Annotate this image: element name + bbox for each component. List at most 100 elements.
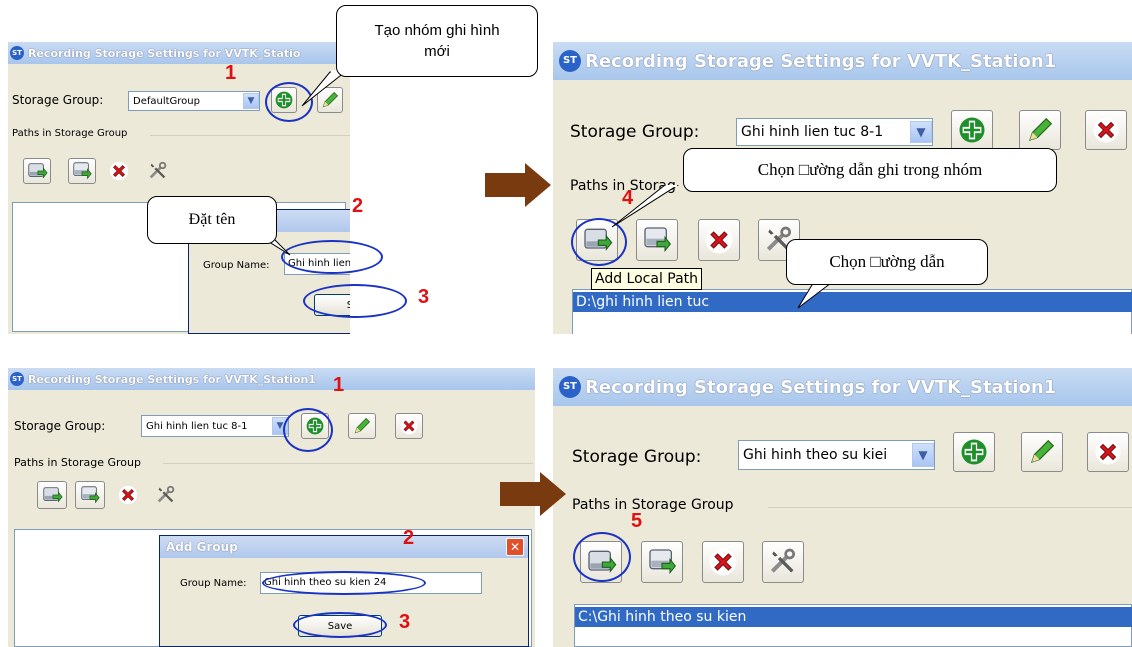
add-local-path-button[interactable] bbox=[23, 158, 51, 184]
delete-icon bbox=[707, 546, 739, 578]
window-titlebar: ST Recording Storage Settings for VVTK_S… bbox=[8, 42, 350, 64]
path-item-selected[interactable]: C:\Ghi hinh theo su kien bbox=[575, 607, 1132, 627]
storage-group-combo[interactable]: DefaultGroup ▼ bbox=[128, 91, 260, 111]
delete-group-button[interactable] bbox=[1087, 432, 1129, 472]
add-network-path-button[interactable] bbox=[641, 541, 683, 583]
highlight-ring bbox=[303, 284, 407, 318]
step-number: 3 bbox=[399, 611, 411, 633]
callout-create-group: Tạo nhóm ghi hình mới bbox=[336, 5, 538, 77]
add-network-path-button[interactable] bbox=[68, 158, 96, 184]
section-divider bbox=[768, 507, 1132, 508]
highlight-ring bbox=[262, 571, 426, 595]
pencil-icon bbox=[1027, 437, 1057, 467]
delete-icon bbox=[1091, 115, 1121, 145]
chevron-down-icon[interactable]: ▼ bbox=[912, 443, 934, 467]
combo-value: DefaultGroup bbox=[133, 95, 200, 107]
app-icon: ST bbox=[559, 50, 581, 72]
callout-name-it: Đặt tên bbox=[147, 196, 277, 244]
panel-add-path-2: ST Recording Storage Settings for VVTK_S… bbox=[553, 368, 1132, 647]
path-settings-button[interactable] bbox=[762, 541, 804, 583]
step-number: 1 bbox=[225, 62, 237, 84]
step-number: 1 bbox=[333, 374, 345, 396]
app-icon: ST bbox=[10, 372, 24, 386]
add-local-path-button[interactable] bbox=[37, 481, 67, 509]
path-settings-button[interactable] bbox=[151, 481, 181, 509]
window-title: Recording Storage Settings for VVTK_Stat… bbox=[585, 376, 1057, 398]
drive-icon bbox=[26, 160, 48, 182]
highlight-ring bbox=[281, 240, 383, 274]
step-number: 5 bbox=[631, 510, 643, 532]
step-number: 3 bbox=[418, 286, 430, 308]
flow-arrow-icon bbox=[485, 163, 551, 207]
callout-choose-path: Chọn □ường dẫn bbox=[786, 239, 988, 285]
tools-icon bbox=[767, 546, 799, 578]
storage-group-label: Storage Group: bbox=[572, 447, 702, 467]
delete-icon bbox=[703, 224, 735, 256]
chevron-down-icon[interactable]: ▼ bbox=[910, 121, 932, 143]
edit-group-button[interactable] bbox=[1019, 110, 1061, 150]
plus-icon bbox=[957, 115, 987, 145]
combo-value: Ghi hinh lien tuc 8-1 bbox=[741, 124, 884, 140]
path-settings-button[interactable] bbox=[144, 158, 172, 184]
panel-create-group-2: ST Recording Storage Settings for VVTK_S… bbox=[8, 368, 535, 647]
app-icon: ST bbox=[10, 46, 24, 60]
storage-group-label: Storage Group: bbox=[14, 419, 106, 433]
storage-group-combo[interactable]: Ghi hinh lien tuc 8-1 ▼ bbox=[141, 415, 289, 437]
section-divider bbox=[163, 463, 533, 464]
step-number: 2 bbox=[403, 527, 415, 549]
dialog-title: Add Group bbox=[166, 540, 238, 554]
remove-path-button[interactable] bbox=[105, 158, 133, 184]
plus-icon bbox=[959, 437, 989, 467]
group-name-label: Group Name: bbox=[180, 578, 247, 589]
paths-section-label: Paths in Storage Group bbox=[12, 128, 128, 139]
delete-group-button[interactable] bbox=[395, 413, 423, 439]
pencil-icon bbox=[1025, 115, 1055, 145]
combo-value: Ghi hinh lien tuc 8-1 bbox=[146, 420, 248, 432]
network-drive-icon bbox=[71, 160, 93, 182]
section-divider bbox=[150, 135, 350, 136]
window-titlebar: ST Recording Storage Settings for VVTK_S… bbox=[8, 368, 535, 390]
storage-group-combo[interactable]: Ghi hinh lien tuc 8-1 ▼ bbox=[736, 118, 933, 146]
storage-group-label: Storage Group: bbox=[12, 93, 104, 107]
delete-icon bbox=[108, 160, 130, 182]
add-group-button[interactable] bbox=[953, 432, 995, 472]
add-local-path-tooltip: Add Local Path bbox=[591, 268, 703, 290]
add-network-path-button[interactable] bbox=[75, 481, 105, 509]
delete-group-button[interactable] bbox=[1085, 110, 1127, 150]
window-title: Recording Storage Settings for VVTK_Stat… bbox=[28, 372, 316, 386]
chevron-down-icon[interactable]: ▼ bbox=[243, 93, 259, 109]
remove-path-button[interactable] bbox=[113, 481, 143, 509]
close-icon[interactable]: ✕ bbox=[506, 538, 524, 556]
remove-path-button[interactable] bbox=[702, 541, 744, 583]
delete-icon bbox=[1093, 437, 1123, 467]
app-icon: ST bbox=[559, 376, 581, 398]
paths-section-label: Paths in Storage Group bbox=[14, 456, 141, 469]
network-drive-icon bbox=[79, 484, 101, 506]
edit-group-button[interactable] bbox=[1021, 432, 1063, 472]
paths-section-label: Paths in Storage Group bbox=[572, 497, 734, 513]
window-titlebar: ST Recording Storage Settings for VVTK_S… bbox=[553, 368, 1132, 406]
combo-value: Ghi hinh theo su kiei bbox=[743, 447, 888, 463]
window-titlebar: ST Recording Storage Settings for VVTK_S… bbox=[553, 42, 1132, 80]
callout-choose-path-in-group: Chọn □ường dẫn ghi trong nhóm bbox=[683, 148, 1057, 192]
highlight-ring bbox=[573, 532, 631, 582]
window-title: Recording Storage Settings for VVTK_Stat… bbox=[28, 46, 301, 60]
step-number: 2 bbox=[352, 195, 364, 217]
storage-group-combo[interactable]: Ghi hinh theo su kiei ▼ bbox=[738, 440, 935, 470]
highlight-ring bbox=[283, 408, 333, 452]
drive-icon bbox=[41, 484, 63, 506]
group-name-label: Group Name: bbox=[203, 260, 270, 271]
add-group-button[interactable] bbox=[951, 110, 993, 150]
edit-group-button[interactable] bbox=[348, 413, 376, 439]
delete-icon bbox=[399, 416, 419, 436]
delete-icon bbox=[117, 484, 139, 506]
highlight-ring bbox=[293, 612, 387, 638]
callout-tail bbox=[611, 185, 679, 228]
path-item-selected[interactable]: D:\ghi hinh lien tuc bbox=[573, 292, 1132, 312]
tools-icon bbox=[155, 484, 177, 506]
window-title: Recording Storage Settings for VVTK_Stat… bbox=[585, 50, 1057, 72]
storage-group-label: Storage Group: bbox=[570, 122, 700, 142]
tools-icon bbox=[147, 160, 169, 182]
network-drive-icon bbox=[646, 546, 678, 578]
remove-path-button[interactable] bbox=[698, 219, 740, 261]
